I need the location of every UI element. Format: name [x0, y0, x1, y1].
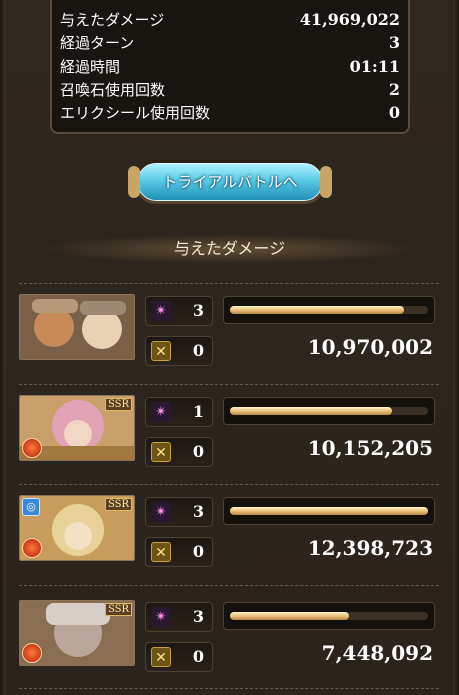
stat-label: 経過ターン: [60, 34, 135, 52]
stat-value: 2: [388, 80, 400, 99]
skill-count: ✴ 1: [145, 397, 213, 427]
crossed-swords-icon: ✕: [151, 341, 171, 361]
sparkle-icon: ✴: [151, 607, 171, 627]
skill-count: ✴ 3: [145, 497, 213, 527]
fire-element-icon: [22, 438, 42, 458]
bar-track: [230, 612, 428, 620]
fire-element-icon: [22, 538, 42, 558]
portrait-art: [20, 295, 134, 359]
stat-summon-uses: 召喚石使用回数 2: [60, 79, 400, 101]
row-divider: [19, 585, 439, 586]
stat-value: 0: [388, 103, 400, 122]
ssr-badge: SSR: [104, 603, 132, 616]
sparkle-icon: ✴: [151, 301, 171, 321]
stat-turns: 経過ターン 3: [60, 32, 400, 54]
ougi-count: ✕ 0: [145, 537, 213, 567]
bar-fill: [230, 507, 428, 515]
stat-label: エリクシール使用回数: [60, 104, 211, 122]
ougi-count-value: 0: [192, 442, 204, 461]
ssr-badge: SSR: [104, 498, 132, 511]
ougi-count-value: 0: [192, 341, 204, 360]
stat-total-damage: 与えたダメージ 41,969,022: [60, 9, 400, 31]
skill-count: ✴ 3: [145, 602, 213, 632]
row-divider: [19, 688, 439, 689]
character-portrait[interactable]: SSR: [19, 600, 135, 666]
character-portrait[interactable]: [19, 294, 135, 360]
damage-share-bar: [223, 602, 435, 630]
character-portrait[interactable]: SSR: [19, 395, 135, 461]
bar-fill: [230, 612, 349, 620]
stat-label: 経過時間: [60, 58, 121, 76]
crossed-swords-icon: ✕: [151, 647, 171, 667]
skill-count: ✴ 3: [145, 296, 213, 326]
crossed-swords-icon: ✕: [151, 442, 171, 462]
character-damage: 10,152,205: [307, 436, 433, 460]
ougi-count: ✕ 0: [145, 642, 213, 672]
bar-track: [230, 507, 428, 515]
ougi-count-value: 0: [192, 647, 204, 666]
damage-share-bar: [223, 296, 435, 324]
button-cap-left: [128, 166, 140, 198]
row-divider: [19, 283, 439, 284]
bar-track: [230, 407, 428, 415]
button-cap-right: [320, 166, 332, 198]
stat-elapsed-time: 経過時間 01:11: [60, 56, 400, 78]
crossed-swords-icon: ✕: [151, 542, 171, 562]
row-divider: [19, 484, 439, 485]
row-divider: [19, 384, 439, 385]
section-title: 与えたダメージ: [40, 234, 419, 264]
stat-value: 3: [388, 33, 400, 52]
ring-badge-icon: ◎: [22, 498, 40, 516]
character-row: SSR ✴ 3 ✕ 0 7,448,092: [19, 600, 439, 672]
bar-fill: [230, 407, 393, 415]
stat-label: 与えたダメージ: [60, 11, 165, 29]
ssr-badge: SSR: [104, 398, 132, 411]
stat-elixir-uses: エリクシール使用回数 0: [60, 102, 400, 124]
character-damage: 12,398,723: [307, 536, 433, 560]
sparkle-icon: ✴: [151, 502, 171, 522]
character-damage: 10,970,002: [307, 335, 433, 359]
fire-element-icon: [22, 643, 42, 663]
ougi-count: ✕ 0: [145, 336, 213, 366]
skill-count-value: 1: [192, 402, 204, 421]
damage-share-bar: [223, 397, 435, 425]
battle-stats-panel: 与えたダメージ 41,969,022 経過ターン 3 経過時間 01:11 召喚…: [50, 0, 410, 134]
character-damage: 7,448,092: [321, 641, 433, 665]
bar-track: [230, 306, 428, 314]
character-portrait[interactable]: ◎ SSR: [19, 495, 135, 561]
trial-battle-button-label: トライアルバトルへ: [137, 163, 323, 201]
trial-battle-button[interactable]: トライアルバトルへ: [128, 160, 332, 204]
character-row: SSR ✴ 1 ✕ 0 10,152,205: [19, 395, 439, 467]
skill-count-value: 3: [192, 607, 204, 626]
ougi-count-value: 0: [192, 542, 204, 561]
stat-value: 41,969,022: [299, 10, 400, 29]
stat-label: 召喚石使用回数: [60, 81, 166, 99]
stat-value: 01:11: [349, 57, 400, 76]
skill-count-value: 3: [192, 301, 204, 320]
skill-count-value: 3: [192, 502, 204, 521]
bar-fill: [230, 306, 405, 314]
ougi-count: ✕ 0: [145, 437, 213, 467]
right-frame: [453, 0, 459, 695]
character-row: ✴ 3 ✕ 0 10,970,002: [19, 294, 439, 366]
sparkle-icon: ✴: [151, 402, 171, 422]
character-row: ◎ SSR ✴ 3 ✕ 0 12,398,723: [19, 495, 439, 567]
damage-share-bar: [223, 497, 435, 525]
